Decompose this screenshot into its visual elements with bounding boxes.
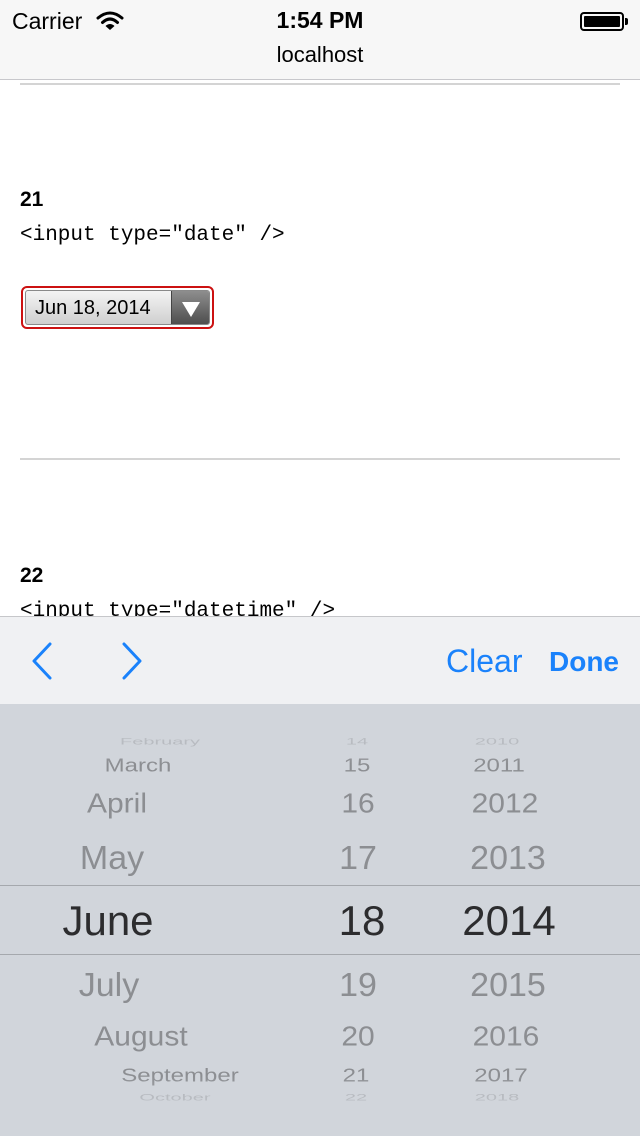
- month-wheel-item[interactable]: May: [80, 841, 144, 874]
- year-wheel-item[interactable]: 2011: [473, 756, 525, 776]
- next-field-button[interactable]: [112, 641, 152, 681]
- date-dropdown-button[interactable]: [171, 291, 209, 324]
- section-number: 21: [20, 188, 44, 211]
- day-wheel-item[interactable]: 15: [344, 756, 371, 776]
- section-code: <input type="date" />: [20, 224, 285, 247]
- month-wheel-item[interactable]: September: [121, 1066, 238, 1086]
- section-number: 22: [20, 564, 44, 587]
- battery-icon: [580, 12, 628, 31]
- month-wheel-item[interactable]: August: [94, 1023, 187, 1051]
- day-wheel-item[interactable]: 18: [339, 900, 386, 942]
- chevron-down-icon: [182, 302, 200, 317]
- keyboard-accessory-toolbar: Clear Done: [0, 616, 640, 704]
- year-wheel-item[interactable]: 2015: [470, 968, 546, 1001]
- browser-top-bar: Carrier 1:54 PM localhost: [0, 0, 640, 80]
- day-wheel-item[interactable]: 16: [341, 790, 374, 818]
- year-wheel-item[interactable]: 2016: [473, 1023, 540, 1051]
- date-input[interactable]: Jun 18, 2014: [21, 286, 214, 329]
- screen: Carrier 1:54 PM localhost 21 <input type…: [0, 0, 640, 1136]
- divider: [20, 458, 620, 460]
- section-code: <input type="datetime" />: [20, 600, 336, 616]
- date-picker[interactable]: February March April May June July August Septe…: [0, 704, 640, 1136]
- year-wheel-item[interactable]: 2018: [475, 1094, 520, 1103]
- day-wheel-item[interactable]: 14: [346, 738, 368, 747]
- month-wheel-item[interactable]: July: [79, 968, 139, 1001]
- day-wheel-item[interactable]: 19: [339, 968, 377, 1001]
- year-wheel-item[interactable]: 2017: [474, 1066, 527, 1086]
- year-wheel-item[interactable]: 2014: [462, 900, 555, 942]
- divider: [20, 83, 620, 85]
- year-wheel-item[interactable]: 2010: [475, 738, 520, 747]
- url-address[interactable]: localhost: [0, 42, 640, 68]
- month-wheel-item[interactable]: October: [139, 1094, 210, 1103]
- clock-time: 1:54 PM: [276, 7, 364, 33]
- month-wheel-item[interactable]: March: [105, 756, 172, 776]
- day-wheel-item[interactable]: 21: [343, 1066, 370, 1086]
- month-wheel-item[interactable]: June: [62, 900, 153, 942]
- page-content: 21 <input type="date" /> Jun 18, 2014 22…: [0, 80, 640, 616]
- year-wheel-item[interactable]: 2013: [470, 841, 546, 874]
- chevron-left-icon: [32, 642, 52, 680]
- month-wheel-item[interactable]: February: [120, 738, 200, 747]
- day-wheel-item[interactable]: 17: [339, 841, 377, 874]
- done-button[interactable]: Done: [549, 646, 619, 678]
- month-wheel-item[interactable]: April: [87, 790, 147, 818]
- day-wheel-item[interactable]: 22: [345, 1094, 367, 1103]
- day-wheel-item[interactable]: 20: [341, 1023, 374, 1051]
- year-wheel-item[interactable]: 2012: [472, 790, 539, 818]
- previous-field-button[interactable]: [24, 641, 64, 681]
- chevron-right-icon: [122, 642, 142, 680]
- clear-button[interactable]: Clear: [446, 643, 522, 680]
- date-input-value: Jun 18, 2014: [35, 297, 151, 319]
